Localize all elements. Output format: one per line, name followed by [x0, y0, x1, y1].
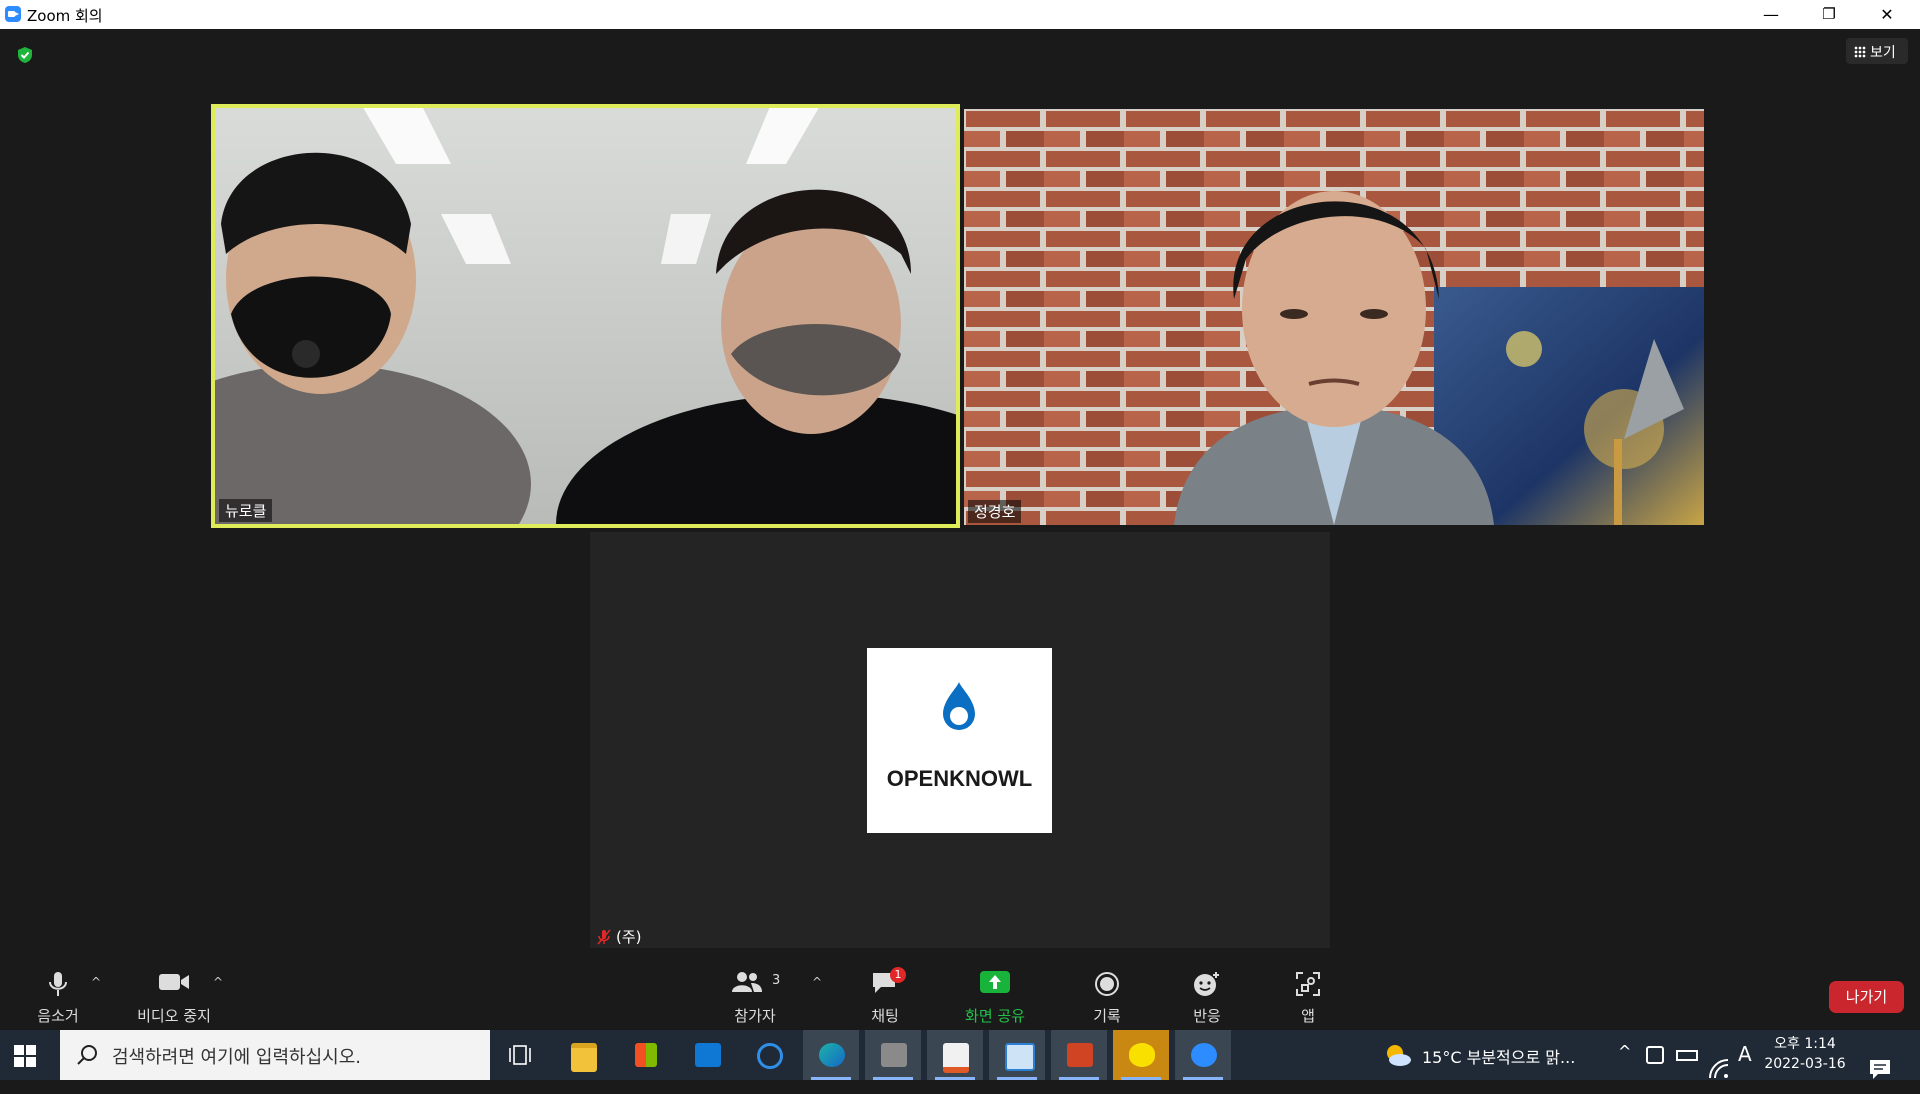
- kakaotalk-icon: [1129, 1043, 1155, 1067]
- participants-count: 3: [772, 973, 781, 988]
- search-placeholder: 검색하려면 여기에 입력하십시오.: [112, 1047, 362, 1068]
- participant-video-jung: [964, 109, 1704, 525]
- participant-name-label: 정경호: [968, 500, 1022, 523]
- view-label: 보기: [1870, 45, 1896, 61]
- taskbar-app-1[interactable]: [865, 1030, 921, 1080]
- taskbar-edge[interactable]: [803, 1030, 859, 1080]
- minimize-button[interactable]: —: [1748, 0, 1794, 29]
- mute-button[interactable]: 음소거: [22, 949, 94, 1030]
- internet-explorer-icon: [757, 1043, 783, 1069]
- video-options-caret[interactable]: ^: [213, 975, 223, 989]
- reaction-smiley-icon: [1194, 972, 1219, 996]
- taskbar-file-explorer[interactable]: [555, 1030, 611, 1080]
- app-window-icon: [881, 1043, 907, 1067]
- document-icon: [1005, 1043, 1035, 1071]
- taskbar-internet-explorer[interactable]: [741, 1030, 797, 1080]
- encryption-shield-icon[interactable]: [16, 46, 34, 64]
- record-button[interactable]: 기록: [1072, 949, 1142, 1030]
- zoom-app-icon: [5, 6, 21, 22]
- input-method-indicator[interactable]: A: [1738, 1042, 1752, 1092]
- openknowl-logo-text: OPENKNOWL: [886, 766, 1033, 791]
- apps-button[interactable]: 앱: [1273, 949, 1343, 1030]
- stop-video-label: 비디오 중지: [137, 1007, 211, 1025]
- leave-meeting-button[interactable]: 나가기: [1829, 981, 1904, 1013]
- view-button[interactable]: 보기: [1846, 38, 1908, 64]
- participants-button[interactable]: 참가자: [720, 949, 790, 1030]
- wifi-icon[interactable]: [1708, 1044, 1730, 1094]
- record-icon: [1095, 972, 1119, 996]
- photos-icon: [943, 1043, 969, 1073]
- taskbar-app-2[interactable]: [927, 1030, 983, 1080]
- record-label: 기록: [1093, 1007, 1121, 1025]
- chat-unread-badge: 1: [890, 967, 906, 983]
- participant-name-label: 뉴로클: [219, 499, 273, 522]
- mic-muted-icon: [597, 929, 611, 945]
- battery-icon[interactable]: [1676, 1050, 1698, 1061]
- chat-button[interactable]: 1 채팅: [850, 949, 920, 1030]
- participant-video-neurocle: [215, 108, 956, 524]
- close-button[interactable]: ✕: [1864, 0, 1910, 29]
- folder-icon: [571, 1043, 597, 1072]
- share-screen-icon: [980, 971, 1010, 993]
- weather-text: 15°C 부분적으로 맑...: [1422, 1048, 1576, 1067]
- share-screen-label: 화면 공유: [965, 1007, 1025, 1025]
- edge-icon: [819, 1043, 845, 1067]
- window-titlebar: Zoom 회의 — ❐ ✕: [0, 0, 1920, 29]
- openknowl-logo: OPENKNOWL: [867, 648, 1052, 833]
- taskbar-kakaotalk[interactable]: [1113, 1030, 1169, 1080]
- clock-time: 오후 1:14: [1774, 1036, 1836, 1052]
- mute-label: 음소거: [37, 1007, 79, 1025]
- chat-label: 채팅: [871, 1007, 899, 1025]
- apps-icon: [1296, 972, 1320, 996]
- video-camera-icon: [159, 974, 189, 990]
- taskbar-clock[interactable]: 오후 1:14 2022-03-16: [1760, 1034, 1850, 1074]
- windows-start-icon[interactable]: [14, 1045, 36, 1067]
- microphone-icon: [49, 972, 67, 996]
- apps-label: 앱: [1301, 1007, 1315, 1025]
- participants-options-caret[interactable]: ^: [812, 975, 822, 989]
- powerpoint-icon: [1067, 1043, 1093, 1067]
- taskbar-powerpoint[interactable]: [1051, 1030, 1107, 1080]
- search-icon: [77, 1045, 97, 1065]
- task-view-button[interactable]: [493, 1030, 549, 1080]
- weather-widget[interactable]: 15°C 부분적으로 맑...: [1384, 1030, 1604, 1080]
- share-screen-button[interactable]: 화면 공유: [955, 949, 1035, 1030]
- taskbar-search-box[interactable]: 검색하려면 여기에 입력하십시오.: [60, 1030, 490, 1080]
- reactions-button[interactable]: 반응: [1172, 949, 1242, 1030]
- mail-icon: [695, 1043, 721, 1067]
- taskbar-zoom[interactable]: [1175, 1030, 1231, 1080]
- audio-options-caret[interactable]: ^: [91, 975, 101, 989]
- zoom-icon: [1191, 1043, 1217, 1067]
- taskbar-mail[interactable]: [679, 1030, 735, 1080]
- meeting-toolbar: 음소거 ^ 비디오 중지 ^ 참가자 3 ^ 1 채팅 화면 공유 기록 반응 …: [0, 949, 1920, 1030]
- reactions-label: 반응: [1193, 1007, 1221, 1025]
- participants-icon: [732, 972, 762, 992]
- window-title: Zoom 회의: [27, 7, 103, 25]
- tray-overflow-chevron[interactable]: ^: [1618, 1042, 1631, 1092]
- participants-label: 참가자: [734, 1007, 776, 1025]
- video-tile-neurocle[interactable]: 뉴로클: [211, 104, 960, 528]
- partly-sunny-icon: [1387, 1045, 1411, 1066]
- stop-video-button[interactable]: 비디오 중지: [128, 949, 220, 1030]
- taskbar-app-3[interactable]: [989, 1030, 1045, 1080]
- grid-view-icon: [1854, 46, 1866, 58]
- notifications-icon[interactable]: [1868, 1044, 1892, 1094]
- video-tile-jung[interactable]: 정경호: [964, 109, 1704, 525]
- meet-now-icon[interactable]: [1646, 1046, 1664, 1064]
- taskbar-store[interactable]: [617, 1030, 673, 1080]
- task-view-icon: [509, 1045, 531, 1065]
- store-icon: [635, 1043, 657, 1067]
- openknowl-drop-logo-icon: [943, 682, 975, 730]
- clock-date: 2022-03-16: [1764, 1056, 1846, 1072]
- windows-taskbar: 검색하려면 여기에 입력하십시오. 15°C 부분적으로 맑... ^ A 오후…: [0, 1030, 1920, 1080]
- restore-button[interactable]: ❐: [1806, 0, 1852, 29]
